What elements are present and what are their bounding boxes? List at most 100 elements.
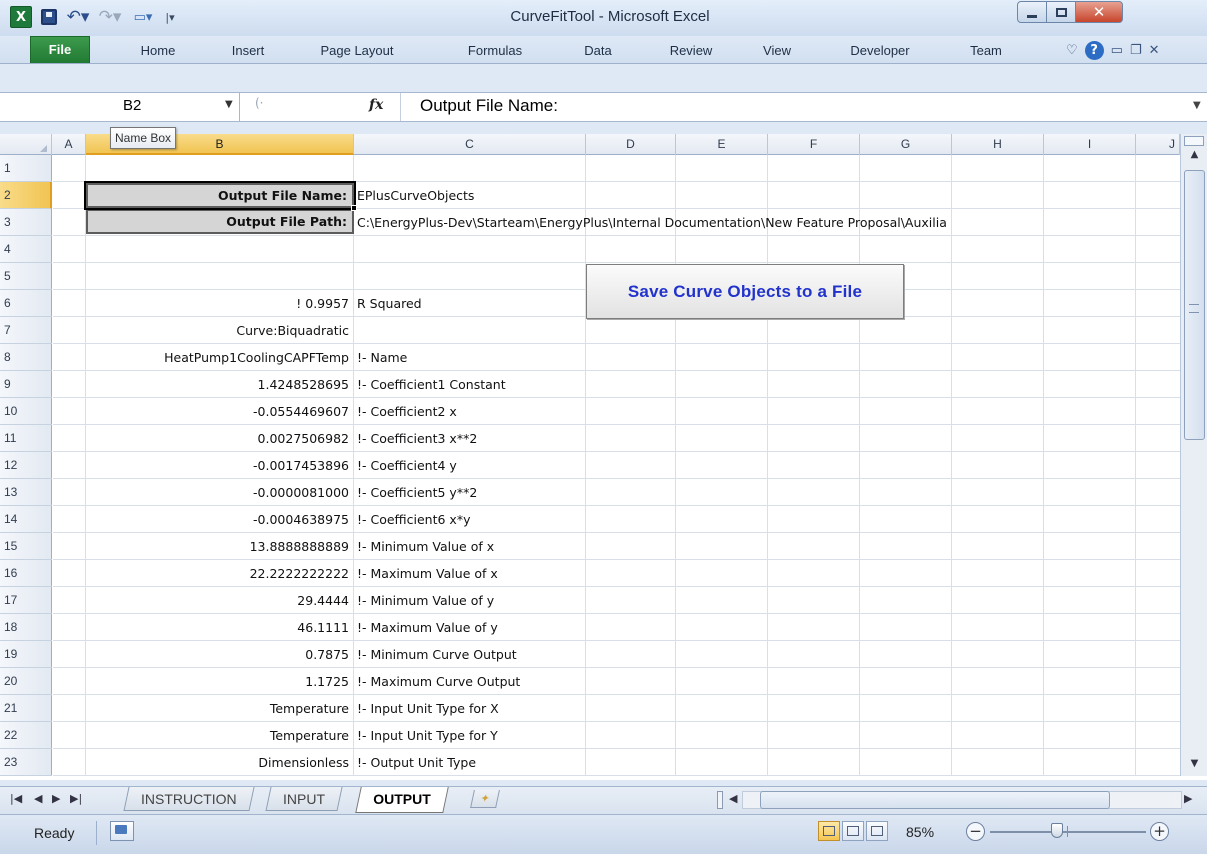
zoom-level[interactable]: 85% <box>906 824 934 840</box>
sheet-tab-output[interactable]: OUTPUT <box>355 787 449 813</box>
row-header[interactable]: 20 <box>0 668 52 695</box>
zoom-out-button[interactable]: − <box>966 822 985 841</box>
tab-developer[interactable]: Developer <box>838 41 922 61</box>
tab-insert[interactable]: Insert <box>220 41 276 61</box>
column-header-c[interactable]: C <box>354 134 586 155</box>
cell-b-value[interactable]: Curve:Biquadratic <box>86 317 349 344</box>
formula-input[interactable]: Output File Name: <box>400 93 1190 121</box>
doc-close-icon[interactable]: ✕ <box>1149 43 1160 58</box>
cell-b-value[interactable]: -0.0000081000 <box>86 479 349 506</box>
redo-icon[interactable]: ↷▾ <box>96 6 124 28</box>
column-header-j[interactable]: J <box>1136 134 1180 155</box>
row-header[interactable]: 22 <box>0 722 52 749</box>
fill-handle[interactable] <box>351 205 357 211</box>
column-header-h[interactable]: H <box>952 134 1044 155</box>
qat-extra-icon[interactable]: ▭▾ <box>128 6 158 28</box>
cell-b-value[interactable]: 13.8888888889 <box>86 533 349 560</box>
tab-split-handle[interactable] <box>717 791 723 809</box>
macro-record-icon[interactable] <box>110 821 134 841</box>
cell-b-value[interactable]: HeatPump1CoolingCAPFTemp <box>86 344 349 371</box>
row-header[interactable]: 18 <box>0 614 52 641</box>
cell-c-comment[interactable]: !- Minimum Curve Output <box>357 641 517 668</box>
row-header[interactable]: 11 <box>0 425 52 452</box>
cell-b-value[interactable]: 22.2222222222 <box>86 560 349 587</box>
row-header[interactable]: 4 <box>0 236 52 263</box>
cell-b-value[interactable]: 1.1725 <box>86 668 349 695</box>
insert-sheet-icon[interactable]: ✦ <box>470 790 500 808</box>
ribbon-minimize-chevron-icon[interactable]: ♡ <box>1066 43 1078 58</box>
cell-b-value[interactable]: -0.0554469607 <box>86 398 349 425</box>
tab-data[interactable]: Data <box>575 41 621 61</box>
zoom-in-button[interactable]: + <box>1150 822 1169 841</box>
cell-b-value[interactable]: 46.1111 <box>86 614 349 641</box>
row-header[interactable]: 23 <box>0 749 52 776</box>
cell-c-comment[interactable]: !- Maximum Value of x <box>357 560 498 587</box>
row-header[interactable]: 10 <box>0 398 52 425</box>
tab-page-layout[interactable]: Page Layout <box>310 41 404 61</box>
tab-formulas[interactable]: Formulas <box>458 41 532 61</box>
next-sheet-icon[interactable]: ▶ <box>52 792 60 805</box>
row-header[interactable]: 15 <box>0 533 52 560</box>
cell-c-comment[interactable]: !- Coefficient4 y <box>357 452 457 479</box>
row-header[interactable]: 2 <box>0 182 52 209</box>
save-icon[interactable] <box>38 6 60 28</box>
column-header-g[interactable]: G <box>860 134 952 155</box>
output-file-name-label[interactable]: Output File Name: <box>86 183 354 208</box>
save-curve-objects-button[interactable]: Save Curve Objects to a File <box>586 264 904 319</box>
view-normal-button[interactable] <box>818 821 840 841</box>
cell-b-value[interactable]: 0.7875 <box>86 641 349 668</box>
help-icon[interactable]: ? <box>1084 40 1104 60</box>
split-handle-icon[interactable] <box>1184 136 1204 146</box>
scroll-right-icon[interactable]: ▶ <box>1184 792 1192 805</box>
row-header[interactable]: 19 <box>0 641 52 668</box>
cell-b-value[interactable]: Temperature <box>86 722 349 749</box>
cell-c-comment[interactable]: R Squared <box>357 290 422 317</box>
tab-file[interactable]: File <box>30 36 90 63</box>
row-header[interactable]: 3 <box>0 209 52 236</box>
column-header-a[interactable]: A <box>52 134 86 155</box>
column-header-e[interactable]: E <box>676 134 768 155</box>
cells-area[interactable]: Output File Name: EPlusCurveObjects Outp… <box>53 155 1180 776</box>
row-header[interactable]: 8 <box>0 344 52 371</box>
cell-c-comment[interactable]: !- Output Unit Type <box>357 749 476 776</box>
sheet-tab-input[interactable]: INPUT <box>265 787 343 811</box>
maximize-button[interactable] <box>1046 1 1076 23</box>
doc-minimize-icon[interactable]: ▭ <box>1111 43 1123 58</box>
column-header-f[interactable]: F <box>768 134 860 155</box>
cell-c-comment[interactable]: !- Coefficient2 x <box>357 398 457 425</box>
row-header[interactable]: 21 <box>0 695 52 722</box>
cell-c-comment[interactable]: !- Coefficient3 x**2 <box>357 425 477 452</box>
output-file-name-value[interactable]: EPlusCurveObjects <box>357 182 474 209</box>
prev-sheet-icon[interactable]: ◀ <box>34 792 42 805</box>
row-header[interactable]: 6 <box>0 290 52 317</box>
cell-b-value[interactable]: ! 0.9957 <box>86 290 349 317</box>
select-all-corner[interactable] <box>0 134 52 155</box>
name-box[interactable]: B2 ▼ <box>0 93 240 121</box>
cell-b-value[interactable]: Temperature <box>86 695 349 722</box>
cell-c-comment[interactable]: !- Coefficient5 y**2 <box>357 479 477 506</box>
cell-c-comment[interactable]: !- Maximum Curve Output <box>357 668 520 695</box>
row-header[interactable]: 5 <box>0 263 52 290</box>
scroll-up-icon[interactable]: ▲ <box>1185 149 1204 167</box>
sheet-tab-instruction[interactable]: INSTRUCTION <box>123 787 255 811</box>
scroll-left-icon[interactable]: ◀ <box>729 792 737 805</box>
cell-b-value[interactable]: 0.0027506982 <box>86 425 349 452</box>
first-sheet-icon[interactable]: |◀ <box>10 792 22 805</box>
vertical-scrollbar[interactable]: ▲ ▼ <box>1180 134 1207 776</box>
row-header[interactable]: 12 <box>0 452 52 479</box>
tab-home[interactable]: Home <box>130 41 186 61</box>
formula-resize-handle-icon[interactable]: (· <box>255 96 273 118</box>
cell-c-comment[interactable]: !- Minimum Value of y <box>357 587 494 614</box>
cell-b-value[interactable]: 29.4444 <box>86 587 349 614</box>
undo-icon[interactable]: ↶▾ <box>64 6 92 28</box>
tab-team[interactable]: Team <box>962 41 1010 61</box>
cell-c-comment[interactable]: !- Name <box>357 344 407 371</box>
row-header[interactable]: 14 <box>0 506 52 533</box>
last-sheet-icon[interactable]: ▶| <box>70 792 82 805</box>
view-page-layout-button[interactable] <box>842 821 864 841</box>
tab-view[interactable]: View <box>755 41 799 61</box>
scroll-down-icon[interactable]: ▼ <box>1185 758 1204 776</box>
row-header[interactable]: 7 <box>0 317 52 344</box>
cell-b-value[interactable]: 1.4248528695 <box>86 371 349 398</box>
cell-c-comment[interactable]: !- Input Unit Type for Y <box>357 722 498 749</box>
